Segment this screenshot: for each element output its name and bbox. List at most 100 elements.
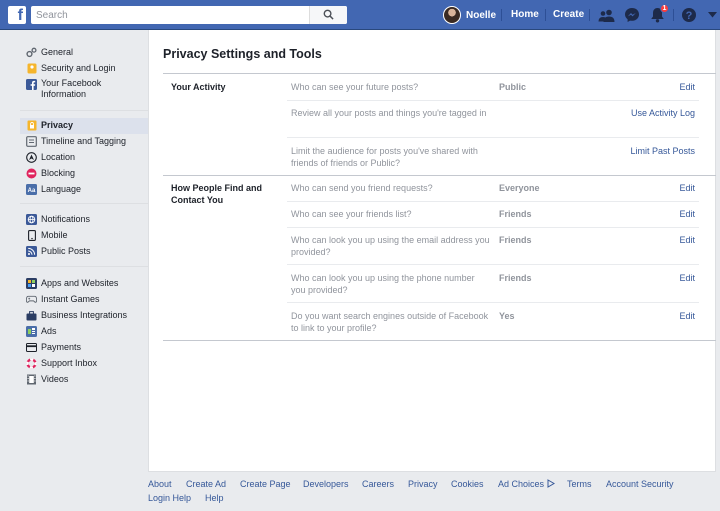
- setting-value: Yes: [499, 311, 515, 321]
- timeline-icon: [26, 136, 37, 147]
- sidebar-item-label: Language: [41, 184, 82, 194]
- footer-link-developers[interactable]: Developers: [303, 478, 349, 490]
- use-activity-log-link[interactable]: Use Activity Log: [631, 107, 695, 119]
- row-divider: [287, 201, 699, 202]
- setting-question: Who can look you up using the phone numb…: [291, 273, 475, 295]
- sidebar-item-label: Your Facebook Information: [41, 78, 102, 99]
- search-icon: [323, 9, 334, 22]
- sidebar-divider: [20, 266, 148, 267]
- footer-link-create-ad[interactable]: Create Ad: [186, 478, 226, 490]
- sidebar-item-apps-and-websites[interactable]: Apps and Websites: [20, 276, 148, 292]
- profile-link[interactable]: Noelle: [443, 5, 496, 25]
- footer-link-terms[interactable]: Terms: [567, 478, 592, 490]
- sidebar-item-label: Timeline and Tagging: [41, 136, 127, 146]
- privacy-settings-panel: Privacy Settings and Tools Your Activity…: [148, 30, 716, 472]
- section-title-how-people-find-you: How People Find and Contact You: [171, 183, 263, 205]
- rss-icon: [26, 246, 37, 257]
- edit-link[interactable]: Edit: [679, 234, 695, 246]
- setting-value: Everyone: [499, 183, 540, 193]
- friend-requests-icon[interactable]: [597, 6, 615, 24]
- gear-pair-icon: [26, 47, 37, 58]
- sidebar-item-label: Mobile: [41, 230, 68, 240]
- row-divider: [287, 137, 699, 138]
- sidebar-item-support-inbox[interactable]: Support Inbox: [20, 356, 148, 372]
- lifebuoy-icon: [26, 358, 37, 369]
- footer-link-careers[interactable]: Careers: [362, 478, 394, 490]
- nav-divider: [589, 9, 590, 21]
- globe-icon: [26, 214, 37, 225]
- badge-icon: [26, 63, 37, 74]
- search-button[interactable]: [309, 6, 347, 24]
- search-input[interactable]: [31, 6, 315, 24]
- sidebar-item-videos[interactable]: Videos: [20, 372, 148, 388]
- business-icon: [26, 310, 37, 321]
- sidebar-item-label: Public Posts: [41, 246, 91, 256]
- sidebar-item-label: Security and Login: [41, 63, 116, 73]
- sidebar-item-label: Apps and Websites: [41, 278, 119, 288]
- sidebar-item-instant-games[interactable]: Instant Games: [20, 292, 148, 308]
- sidebar-item-label: Instant Games: [41, 294, 100, 304]
- footer-link-ad-choices[interactable]: Ad Choices: [498, 478, 555, 490]
- footer-link-help[interactable]: Help: [205, 492, 224, 504]
- footer-link-cookies[interactable]: Cookies: [451, 478, 484, 490]
- mobile-icon: [26, 230, 37, 241]
- sidebar-item-privacy[interactable]: Privacy: [20, 118, 148, 134]
- row-divider: [287, 264, 699, 265]
- sidebar-item-mobile[interactable]: Mobile: [20, 228, 148, 244]
- footer-link-login-help[interactable]: Login Help: [148, 492, 191, 504]
- footer-link-about[interactable]: About: [148, 478, 172, 490]
- footer-link-account-security[interactable]: Account Security: [606, 478, 674, 490]
- sidebar-item-general[interactable]: General: [20, 45, 148, 61]
- sidebar-item-language[interactable]: Aa Language: [20, 182, 148, 198]
- row-divider: [287, 100, 699, 101]
- edit-link[interactable]: Edit: [679, 272, 695, 284]
- nav-divider: [501, 9, 502, 21]
- location-icon: [26, 152, 37, 163]
- edit-link[interactable]: Edit: [679, 208, 695, 220]
- row-divider: [287, 227, 699, 228]
- sidebar-item-label: Notifications: [41, 214, 91, 224]
- sidebar-item-notifications[interactable]: Notifications: [20, 212, 148, 228]
- sidebar-item-your-facebook-information[interactable]: Your Facebook Information: [20, 77, 148, 105]
- messenger-icon[interactable]: [623, 6, 641, 24]
- create-link[interactable]: Create: [553, 0, 584, 30]
- sidebar-item-label: Videos: [41, 374, 69, 384]
- edit-link[interactable]: Edit: [679, 81, 695, 93]
- svg-text:?: ?: [686, 10, 693, 22]
- sidebar-item-business-integrations[interactable]: Business Integrations: [20, 308, 148, 324]
- section-title-your-activity: Your Activity: [171, 82, 226, 92]
- language-icon: Aa: [26, 184, 37, 195]
- avatar: [443, 6, 461, 24]
- sidebar-item-ads[interactable]: Ads: [20, 324, 148, 340]
- limit-past-posts-link[interactable]: Limit Past Posts: [630, 145, 695, 157]
- facebook-logo[interactable]: f: [8, 6, 26, 24]
- sidebar-item-label: Support Inbox: [41, 358, 98, 368]
- edit-link[interactable]: Edit: [679, 182, 695, 194]
- edit-link[interactable]: Edit: [679, 310, 695, 322]
- section-divider: [163, 175, 716, 176]
- gamepad-icon: [26, 294, 37, 305]
- sidebar-item-public-posts[interactable]: Public Posts: [20, 244, 148, 260]
- setting-question: Review all your posts and things you're …: [291, 108, 487, 118]
- svg-text:Aa: Aa: [28, 188, 36, 194]
- help-icon[interactable]: ?: [680, 6, 698, 24]
- nav-divider: [673, 9, 674, 21]
- sidebar-item-security-and-login[interactable]: Security and Login: [20, 61, 148, 77]
- sidebar-divider: [20, 203, 148, 204]
- lock-icon: [26, 120, 37, 131]
- facebook-icon: [26, 79, 37, 90]
- sidebar-item-payments[interactable]: Payments: [20, 340, 148, 356]
- home-link[interactable]: Home: [511, 0, 539, 30]
- search-box: [31, 6, 347, 24]
- sidebar-item-timeline-and-tagging[interactable]: Timeline and Tagging: [20, 134, 148, 150]
- account-menu-arrow-icon[interactable]: [706, 6, 718, 24]
- sidebar-item-label: General: [41, 47, 74, 57]
- sidebar-item-blocking[interactable]: Blocking: [20, 166, 148, 182]
- sidebar-item-location[interactable]: Location: [20, 150, 148, 166]
- footer-link-privacy[interactable]: Privacy: [408, 478, 438, 490]
- top-navigation-bar: f Noelle Home Create 1 ?: [0, 0, 720, 30]
- footer-link-create-page[interactable]: Create Page: [240, 478, 291, 490]
- sidebar-item-label: Privacy: [41, 120, 74, 130]
- nav-divider: [545, 9, 546, 21]
- ads-icon: [26, 326, 37, 337]
